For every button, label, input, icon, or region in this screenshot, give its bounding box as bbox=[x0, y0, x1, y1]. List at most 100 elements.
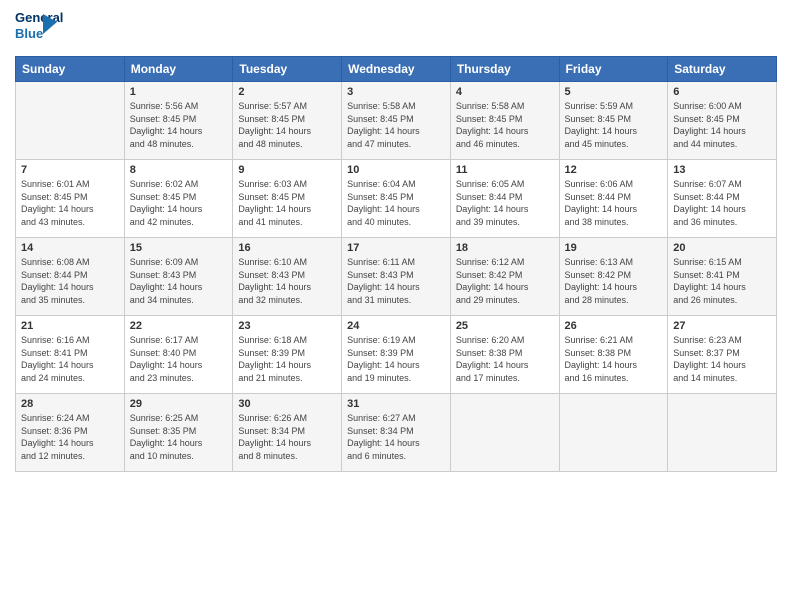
week-row-3: 14Sunrise: 6:08 AM Sunset: 8:44 PM Dayli… bbox=[16, 238, 777, 316]
cell-content: Sunrise: 6:21 AM Sunset: 8:38 PM Dayligh… bbox=[565, 334, 663, 384]
calendar-cell: 13 Sunrise: 6:07 AM Sunset: 8:44 PM Dayli… bbox=[668, 160, 777, 238]
day-number: 7 bbox=[21, 164, 119, 176]
cell-content: Sunrise: 6:16 AM Sunset: 8:41 PM Dayligh… bbox=[21, 334, 119, 384]
calendar-cell: 23 Sunrise: 6:18 AM Sunset: 8:39 PM Dayli… bbox=[233, 316, 342, 394]
day-number: 30 bbox=[238, 398, 336, 410]
calendar-cell: 15 Sunrise: 6:09 AM Sunset: 8:43 PM Dayli… bbox=[124, 238, 233, 316]
calendar-body: 1 Sunrise: 5:56 AM Sunset: 8:45 PM Daylig… bbox=[16, 82, 777, 472]
cell-content: Sunrise: 6:06 AM Sunset: 8:44 PM Dayligh… bbox=[565, 178, 663, 228]
cell-content: Sunrise: 6:12 AM Sunset: 8:42 PM Dayligh… bbox=[456, 256, 554, 306]
cell-content: Sunrise: 6:11 AM Sunset: 8:43 PM Dayligh… bbox=[347, 256, 445, 306]
calendar-cell: 26 Sunrise: 6:21 AM Sunset: 8:38 PM Dayli… bbox=[559, 316, 668, 394]
calendar-cell: 18Sunrise: 6:12 AM Sunset: 8:42 PM Dayli… bbox=[450, 238, 559, 316]
page-container: General Blue SundayMondayTuesdayWednesda… bbox=[0, 0, 792, 612]
day-number: 24 bbox=[347, 320, 445, 332]
calendar-cell: 29 Sunrise: 6:25 AM Sunset: 8:35 PM Dayli… bbox=[124, 394, 233, 472]
header-day-saturday: Saturday bbox=[668, 57, 777, 82]
header-day-wednesday: Wednesday bbox=[342, 57, 451, 82]
cell-content: Sunrise: 6:20 AM Sunset: 8:38 PM Dayligh… bbox=[456, 334, 554, 384]
header-row: SundayMondayTuesdayWednesdayThursdayFrid… bbox=[16, 57, 777, 82]
calendar-cell bbox=[559, 394, 668, 472]
day-number: 16 bbox=[238, 242, 336, 254]
week-row-4: 21Sunrise: 6:16 AM Sunset: 8:41 PM Dayli… bbox=[16, 316, 777, 394]
day-number: 17 bbox=[347, 242, 445, 254]
cell-content: Sunrise: 6:07 AM Sunset: 8:44 PM Dayligh… bbox=[673, 178, 771, 228]
calendar-cell: 31 Sunrise: 6:27 AM Sunset: 8:34 PM Dayli… bbox=[342, 394, 451, 472]
calendar-cell bbox=[16, 82, 125, 160]
day-number: 22 bbox=[130, 320, 228, 332]
day-number: 15 bbox=[130, 242, 228, 254]
day-number: 1 bbox=[130, 86, 228, 98]
day-number: 5 bbox=[565, 86, 663, 98]
calendar-cell: 16 Sunrise: 6:10 AM Sunset: 8:43 PM Dayli… bbox=[233, 238, 342, 316]
day-number: 25 bbox=[456, 320, 554, 332]
calendar-cell: 14Sunrise: 6:08 AM Sunset: 8:44 PM Dayli… bbox=[16, 238, 125, 316]
day-number: 19 bbox=[565, 242, 663, 254]
cell-content: Sunrise: 6:05 AM Sunset: 8:44 PM Dayligh… bbox=[456, 178, 554, 228]
day-number: 26 bbox=[565, 320, 663, 332]
calendar-cell: 9Sunrise: 6:03 AM Sunset: 8:45 PM Daylig… bbox=[233, 160, 342, 238]
calendar-cell: 12 Sunrise: 6:06 AM Sunset: 8:44 PM Dayli… bbox=[559, 160, 668, 238]
cell-content: Sunrise: 6:19 AM Sunset: 8:39 PM Dayligh… bbox=[347, 334, 445, 384]
calendar-cell: 5 Sunrise: 5:59 AM Sunset: 8:45 PM Daylig… bbox=[559, 82, 668, 160]
day-number: 20 bbox=[673, 242, 771, 254]
calendar-cell: 2 Sunrise: 5:57 AM Sunset: 8:45 PM Daylig… bbox=[233, 82, 342, 160]
day-number: 8 bbox=[130, 164, 228, 176]
calendar-cell: 27Sunrise: 6:23 AM Sunset: 8:37 PM Dayli… bbox=[668, 316, 777, 394]
day-number: 23 bbox=[238, 320, 336, 332]
cell-content: Sunrise: 5:59 AM Sunset: 8:45 PM Dayligh… bbox=[565, 100, 663, 150]
day-number: 4 bbox=[456, 86, 554, 98]
calendar-header: SundayMondayTuesdayWednesdayThursdayFrid… bbox=[16, 57, 777, 82]
cell-content: Sunrise: 5:58 AM Sunset: 8:45 PM Dayligh… bbox=[347, 100, 445, 150]
cell-content: Sunrise: 5:56 AM Sunset: 8:45 PM Dayligh… bbox=[130, 100, 228, 150]
cell-content: Sunrise: 6:18 AM Sunset: 8:39 PM Dayligh… bbox=[238, 334, 336, 384]
calendar-cell: 1 Sunrise: 5:56 AM Sunset: 8:45 PM Daylig… bbox=[124, 82, 233, 160]
header-day-monday: Monday bbox=[124, 57, 233, 82]
calendar-cell: 24 Sunrise: 6:19 AM Sunset: 8:39 PM Dayli… bbox=[342, 316, 451, 394]
calendar-cell: 30 Sunrise: 6:26 AM Sunset: 8:34 PM Dayli… bbox=[233, 394, 342, 472]
cell-content: Sunrise: 6:23 AM Sunset: 8:37 PM Dayligh… bbox=[673, 334, 771, 384]
day-number: 9 bbox=[238, 164, 336, 176]
cell-content: Sunrise: 5:57 AM Sunset: 8:45 PM Dayligh… bbox=[238, 100, 336, 150]
cell-content: Sunrise: 6:15 AM Sunset: 8:41 PM Dayligh… bbox=[673, 256, 771, 306]
calendar-cell: 20 Sunrise: 6:15 AM Sunset: 8:41 PM Dayli… bbox=[668, 238, 777, 316]
header-day-tuesday: Tuesday bbox=[233, 57, 342, 82]
week-row-1: 1 Sunrise: 5:56 AM Sunset: 8:45 PM Daylig… bbox=[16, 82, 777, 160]
cell-content: Sunrise: 6:24 AM Sunset: 8:36 PM Dayligh… bbox=[21, 412, 119, 462]
calendar-cell: 21Sunrise: 6:16 AM Sunset: 8:41 PM Dayli… bbox=[16, 316, 125, 394]
day-number: 10 bbox=[347, 164, 445, 176]
cell-content: Sunrise: 6:02 AM Sunset: 8:45 PM Dayligh… bbox=[130, 178, 228, 228]
calendar-table: SundayMondayTuesdayWednesdayThursdayFrid… bbox=[15, 56, 777, 472]
calendar-cell: 25 Sunrise: 6:20 AM Sunset: 8:38 PM Dayli… bbox=[450, 316, 559, 394]
cell-content: Sunrise: 6:09 AM Sunset: 8:43 PM Dayligh… bbox=[130, 256, 228, 306]
cell-content: Sunrise: 6:17 AM Sunset: 8:40 PM Dayligh… bbox=[130, 334, 228, 384]
day-number: 28 bbox=[21, 398, 119, 410]
day-number: 13 bbox=[673, 164, 771, 176]
calendar-cell bbox=[668, 394, 777, 472]
day-number: 14 bbox=[21, 242, 119, 254]
cell-content: Sunrise: 6:00 AM Sunset: 8:45 PM Dayligh… bbox=[673, 100, 771, 150]
day-number: 11 bbox=[456, 164, 554, 176]
day-number: 12 bbox=[565, 164, 663, 176]
header-day-friday: Friday bbox=[559, 57, 668, 82]
calendar-cell: 8 Sunrise: 6:02 AM Sunset: 8:45 PM Daylig… bbox=[124, 160, 233, 238]
calendar-cell: 4Sunrise: 5:58 AM Sunset: 8:45 PM Daylig… bbox=[450, 82, 559, 160]
cell-content: Sunrise: 6:27 AM Sunset: 8:34 PM Dayligh… bbox=[347, 412, 445, 462]
week-row-2: 7Sunrise: 6:01 AM Sunset: 8:45 PM Daylig… bbox=[16, 160, 777, 238]
cell-content: Sunrise: 6:26 AM Sunset: 8:34 PM Dayligh… bbox=[238, 412, 336, 462]
cell-content: Sunrise: 6:13 AM Sunset: 8:42 PM Dayligh… bbox=[565, 256, 663, 306]
calendar-cell: 19 Sunrise: 6:13 AM Sunset: 8:42 PM Dayli… bbox=[559, 238, 668, 316]
cell-content: Sunrise: 6:04 AM Sunset: 8:45 PM Dayligh… bbox=[347, 178, 445, 228]
calendar-cell: 17 Sunrise: 6:11 AM Sunset: 8:43 PM Dayli… bbox=[342, 238, 451, 316]
calendar-cell: 10 Sunrise: 6:04 AM Sunset: 8:45 PM Dayli… bbox=[342, 160, 451, 238]
day-number: 29 bbox=[130, 398, 228, 410]
cell-content: Sunrise: 6:10 AM Sunset: 8:43 PM Dayligh… bbox=[238, 256, 336, 306]
cell-content: Sunrise: 6:25 AM Sunset: 8:35 PM Dayligh… bbox=[130, 412, 228, 462]
day-number: 2 bbox=[238, 86, 336, 98]
week-row-5: 28 Sunrise: 6:24 AM Sunset: 8:36 PM Dayli… bbox=[16, 394, 777, 472]
calendar-cell: 22 Sunrise: 6:17 AM Sunset: 8:40 PM Dayli… bbox=[124, 316, 233, 394]
calendar-cell: 6Sunrise: 6:00 AM Sunset: 8:45 PM Daylig… bbox=[668, 82, 777, 160]
day-number: 31 bbox=[347, 398, 445, 410]
calendar-cell: 3Sunrise: 5:58 AM Sunset: 8:45 PM Daylig… bbox=[342, 82, 451, 160]
header-day-thursday: Thursday bbox=[450, 57, 559, 82]
